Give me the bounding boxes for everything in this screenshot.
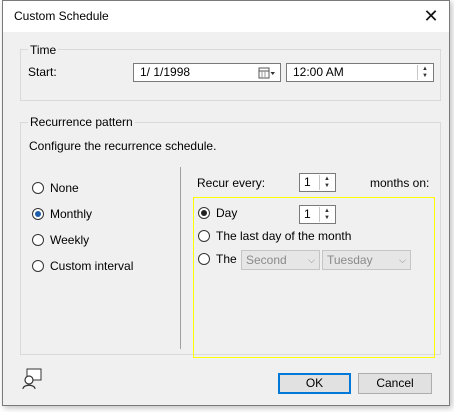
radio-weekly-label[interactable]: Weekly: [50, 233, 89, 247]
spin-up-icon[interactable]: ▲: [320, 175, 334, 183]
day-spinner[interactable]: 1 ▲ ▼: [299, 205, 336, 224]
radio-last-day-label[interactable]: The last day of the month: [216, 229, 351, 243]
radio-last-day[interactable]: [198, 230, 210, 242]
chevron-down-icon: ⌵: [308, 255, 315, 265]
spin-down-icon[interactable]: ▼: [418, 73, 432, 81]
spin-down-icon[interactable]: ▼: [320, 183, 334, 191]
ok-button[interactable]: OK: [278, 373, 351, 394]
day-value: 1: [304, 207, 311, 221]
radio-monthly[interactable]: [32, 208, 44, 220]
spin-up-icon[interactable]: ▲: [320, 207, 334, 215]
recurrence-group-label: Recurrence pattern: [28, 115, 135, 129]
cancel-button-label: Cancel: [376, 376, 414, 390]
day-spin-buttons[interactable]: ▲ ▼: [319, 207, 334, 222]
start-time-value: 12:00 AM: [293, 65, 344, 79]
start-date-value: 1/ 1/1998: [140, 65, 191, 79]
recur-every-spin-buttons[interactable]: ▲ ▼: [319, 175, 334, 190]
time-spin-buttons[interactable]: ▲ ▼: [417, 65, 432, 80]
radio-monthly-label[interactable]: Monthly: [50, 207, 92, 221]
close-icon: ✕: [423, 5, 439, 26]
cancel-button[interactable]: Cancel: [358, 373, 432, 394]
recurrence-description: Configure the recurrence schedule.: [29, 139, 217, 153]
spin-down-icon[interactable]: ▼: [320, 215, 334, 223]
ordinal-select[interactable]: Second ⌵: [241, 250, 320, 270]
time-group-label: Time: [28, 43, 59, 57]
start-time-spinner[interactable]: 12:00 AM ▲ ▼: [286, 63, 434, 82]
start-label: Start:: [28, 65, 57, 79]
chevron-down-icon: ⌵: [399, 255, 406, 265]
start-date-picker[interactable]: 1/ 1/1998: [133, 63, 281, 82]
radio-day[interactable]: [198, 207, 210, 219]
title-bar: Custom Schedule ✕: [3, 1, 449, 32]
spin-up-icon[interactable]: ▲: [418, 65, 432, 73]
radio-day-label[interactable]: Day: [216, 206, 237, 220]
dialog-title: Custom Schedule: [14, 9, 109, 23]
custom-schedule-dialog: Custom Schedule ✕ Time Start: 1/ 1/1998 …: [2, 0, 450, 406]
radio-weekly[interactable]: [32, 234, 44, 246]
radio-custom-interval-label[interactable]: Custom interval: [50, 259, 133, 273]
radio-none[interactable]: [32, 182, 44, 194]
calendar-dropdown-icon[interactable]: [258, 65, 276, 80]
radio-custom-interval[interactable]: [32, 260, 44, 272]
weekday-select[interactable]: Tuesday ⌵: [322, 250, 411, 270]
radio-the-label[interactable]: The: [216, 252, 237, 266]
ok-button-label: OK: [305, 376, 324, 390]
close-button[interactable]: ✕: [417, 3, 445, 29]
context-help-icon[interactable]: [21, 368, 43, 390]
recur-every-label: Recur every:: [197, 176, 266, 190]
radio-none-label[interactable]: None: [50, 181, 79, 195]
recurrence-divider: [180, 167, 181, 349]
ordinal-value: Second: [246, 253, 287, 267]
radio-the[interactable]: [198, 253, 210, 265]
recur-every-value: 1: [304, 175, 311, 189]
weekday-value: Tuesday: [327, 253, 373, 267]
recur-every-spinner[interactable]: 1 ▲ ▼: [299, 173, 336, 192]
months-on-label: months on:: [370, 176, 430, 190]
